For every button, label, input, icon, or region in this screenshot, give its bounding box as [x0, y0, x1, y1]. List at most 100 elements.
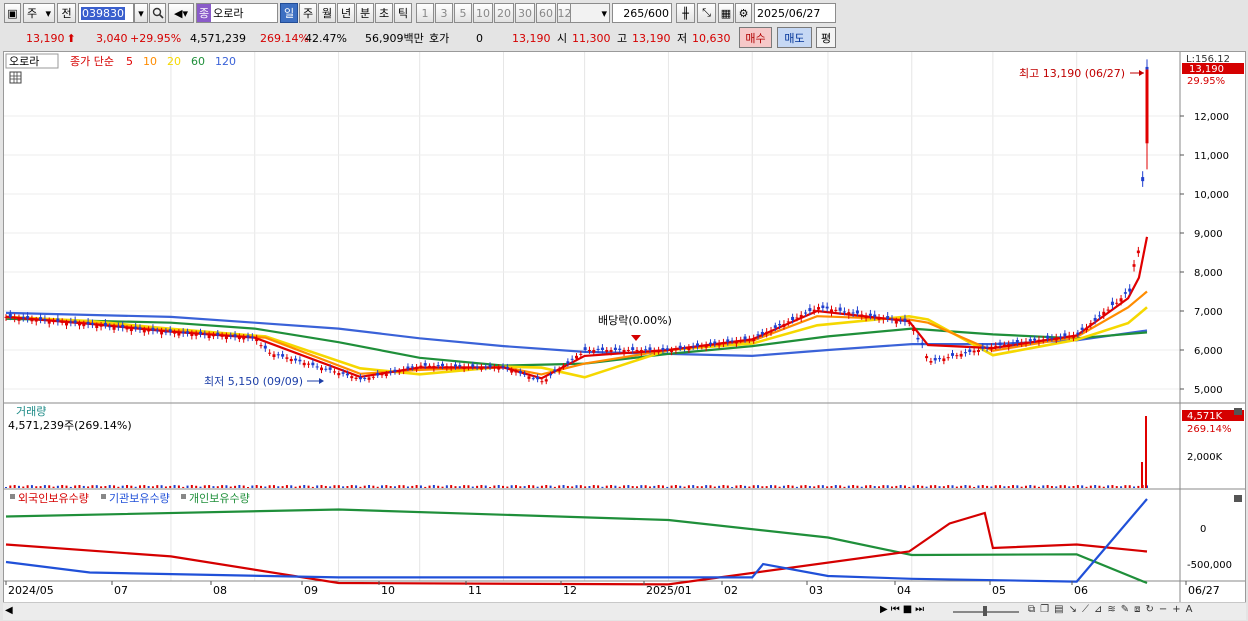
gear-icon[interactable]: ⚙ — [735, 3, 752, 23]
count-field[interactable]: 265/600 — [612, 3, 672, 23]
minute-tab-0[interactable]: 1 — [416, 3, 434, 23]
rewind-icon[interactable]: ⏮ — [891, 604, 900, 615]
zoom-slider-handle[interactable] — [983, 606, 987, 616]
chart-area[interactable]: 오로라 종가 단순 5 10 20 60 120 최고 13,190 (06/27) 최… — [3, 51, 1246, 603]
candle-body — [479, 366, 483, 370]
volume-bar — [532, 485, 535, 488]
ruler-icon[interactable]: ⊿ — [1094, 604, 1102, 615]
candle-body — [1145, 66, 1149, 70]
period-tab-4[interactable]: 분 — [356, 3, 374, 23]
candle-body — [186, 331, 190, 334]
candle-body — [47, 320, 51, 324]
candle-body — [497, 367, 501, 370]
volume-bar — [26, 485, 29, 488]
candle-body — [708, 342, 712, 345]
candle-body — [791, 316, 795, 321]
volume-bar — [91, 485, 94, 488]
volume-bar — [571, 486, 574, 488]
minute-tab-6[interactable]: 60 — [536, 3, 556, 23]
candle-body — [1054, 337, 1058, 341]
volume-panel-close-icon[interactable] — [1234, 408, 1242, 415]
edit-icon[interactable]: ✎ — [1121, 604, 1129, 615]
open-label: 시 — [557, 32, 568, 45]
mode-select[interactable]: 주 ▾ — [23, 3, 55, 23]
price-tick-label: 8,000 — [1194, 268, 1223, 279]
date-input[interactable]: 2025/06/27 — [754, 3, 836, 23]
bottom-scrollbar[interactable]: ◀ ▶ ⏮ ■ ⏭ ⧉ ❐ ▤ ↘ ⟋ ⊿ ≋ ✎ ⧈ ↻ − + A — [3, 602, 1246, 620]
line-icon[interactable]: ⟋ — [1082, 604, 1089, 615]
stock-name-field[interactable]: 종 오로라 — [196, 3, 278, 23]
zoom-in-icon[interactable]: + — [1172, 604, 1180, 615]
play-icon[interactable]: ▶ — [880, 604, 888, 615]
legend-ma-prefix: 종가 단순 — [70, 55, 114, 68]
candle-body — [237, 337, 241, 340]
volume-bar — [1033, 485, 1036, 488]
trend-icon[interactable]: ↘ — [1069, 604, 1077, 615]
minute-tab-2[interactable]: 5 — [454, 3, 472, 23]
volume-bar — [216, 486, 219, 488]
volume-bar — [467, 485, 470, 488]
copy-icon[interactable]: ❐ — [1040, 604, 1049, 615]
search-icon[interactable] — [149, 3, 166, 23]
volume-bar — [782, 485, 785, 488]
minute-tab-1[interactable]: 3 — [435, 3, 453, 23]
forward-icon[interactable]: ⏭ — [915, 604, 924, 615]
candle-body — [428, 365, 432, 367]
font-icon[interactable]: A — [1186, 604, 1193, 615]
grid-icon[interactable]: ▦ — [718, 3, 734, 23]
volume-bar — [623, 485, 626, 488]
candle-body — [151, 327, 155, 331]
volume-bar — [981, 485, 984, 488]
period-tab-0[interactable]: 일 — [280, 3, 298, 23]
volume-bar — [726, 485, 729, 488]
sell-button[interactable]: 매도 — [777, 27, 812, 48]
candle-body — [371, 376, 375, 378]
minute-tab-4[interactable]: 20 — [494, 3, 514, 23]
period-tab-1[interactable]: 주 — [299, 3, 317, 23]
save-icon[interactable]: ⧈ — [1134, 604, 1140, 615]
prev-button[interactable]: 전 — [57, 3, 76, 23]
volume-bar — [938, 486, 941, 488]
candle-body — [938, 358, 942, 360]
candle-body — [95, 325, 99, 328]
candle-body — [220, 335, 224, 337]
candle-icon[interactable]: ╫ — [676, 3, 695, 23]
buy-button[interactable]: 매수 — [739, 27, 772, 48]
eval-button[interactable]: 평 — [816, 27, 836, 48]
scroll-left-icon[interactable]: ◀ — [5, 605, 13, 616]
holdings-panel-close-icon[interactable] — [1234, 495, 1242, 502]
volume-bar — [627, 485, 630, 488]
ma-legend-1: 10 — [143, 55, 157, 68]
fib-icon[interactable]: ≋ — [1107, 604, 1115, 615]
period-tab-6[interactable]: 틱 — [394, 3, 412, 23]
period-tab-2[interactable]: 월 — [318, 3, 336, 23]
minute-tab-5[interactable]: 30 — [515, 3, 535, 23]
table-icon[interactable] — [9, 71, 22, 84]
candle-body — [626, 350, 630, 351]
period-tab-3[interactable]: 년 — [337, 3, 355, 23]
code-input[interactable]: 039830 — [78, 3, 134, 23]
interval-select[interactable]: ▾ — [570, 3, 610, 23]
candle-body — [670, 349, 674, 353]
zoom-out-icon[interactable]: − — [1159, 604, 1167, 615]
speaker-icon[interactable]: ◀▾ — [168, 3, 194, 23]
candle-body — [570, 358, 574, 360]
minute-tab-3[interactable]: 10 — [473, 3, 493, 23]
volume-bar — [929, 485, 932, 488]
volume-bar — [1020, 486, 1023, 488]
window-menu-icon[interactable]: ▣ — [4, 3, 21, 23]
volume-bar — [342, 486, 345, 488]
candle-body — [1102, 311, 1106, 316]
window-icon[interactable]: ⧉ — [1028, 604, 1035, 615]
volume-ratio: 269.14% — [260, 31, 309, 45]
holdings-tick-neg: -500,000 — [1187, 560, 1232, 571]
code-dropdown-icon[interactable]: ▾ — [134, 3, 148, 23]
stock-chart[interactable]: 오로라 종가 단순 5 10 20 60 120 최고 13,190 (06/27) 최… — [4, 52, 1245, 602]
volume-bar — [843, 486, 846, 488]
stop-icon[interactable]: ■ — [903, 604, 912, 615]
refresh-icon[interactable]: ↻ — [1146, 604, 1154, 615]
crosshair-icon[interactable]: ⤡ — [697, 3, 716, 23]
layout-icon[interactable]: ▤ — [1054, 604, 1063, 615]
period-tab-5[interactable]: 초 — [375, 3, 393, 23]
quote-bar: 13,190 ⬆ 3,040 +29.95% 4,571,239 269.14% … — [0, 27, 1248, 49]
